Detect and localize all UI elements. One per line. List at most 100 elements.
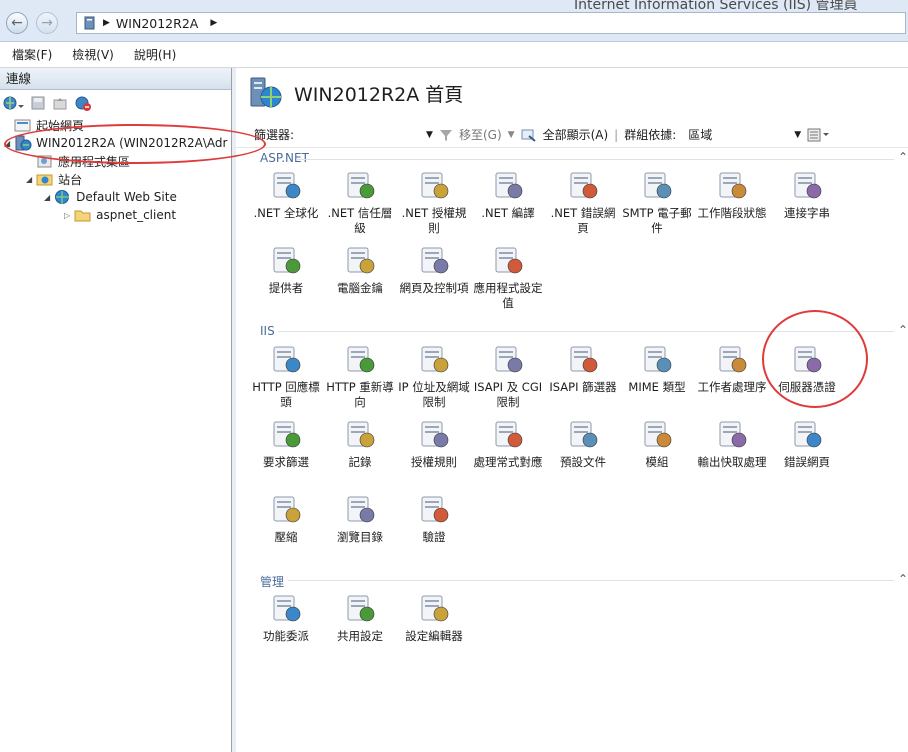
feature-icon xyxy=(273,172,301,199)
globe-icon xyxy=(55,190,70,204)
feature-item[interactable]: MIME 類型 xyxy=(620,342,694,395)
feature-item[interactable]: .NET 編譯 xyxy=(471,168,545,221)
collapse-caret-icon[interactable]: ⌃ xyxy=(898,572,908,586)
feature-label: 驗證 xyxy=(422,530,446,544)
collapse-caret-icon[interactable]: ⌃ xyxy=(898,323,908,337)
tree-item-aspnet-client[interactable]: ▷ aspnet_client xyxy=(64,206,176,224)
filter-input[interactable] xyxy=(300,126,420,144)
expand-arrow-icon[interactable]: ◢ xyxy=(26,175,32,184)
feature-item[interactable]: 記錄 xyxy=(323,417,397,470)
feature-item[interactable]: 驗證 xyxy=(397,492,471,545)
feature-label: 功能委派 xyxy=(263,629,309,643)
tree-item-sites[interactable]: ◢ 站台 xyxy=(26,170,82,188)
save-icon[interactable] xyxy=(30,95,46,111)
show-all-button[interactable]: 全部顯示(A) xyxy=(543,126,609,143)
feature-item[interactable]: 處理常式對應 xyxy=(471,417,545,470)
connect-globe-icon[interactable] xyxy=(2,95,24,111)
connections-pane: 連線 起始網頁 ◢ WIN2012R2A (WIN2012R2A\Adr 應用程… xyxy=(0,68,232,752)
feature-item[interactable]: 連接字串 xyxy=(770,168,844,221)
menu-help[interactable]: 說明(H) xyxy=(134,46,176,63)
folder-icon xyxy=(74,210,91,222)
feature-label: 伺服器憑證 xyxy=(778,380,836,394)
tree-item-server[interactable]: ◢ WIN2012R2A (WIN2012R2A\Adr xyxy=(4,134,227,152)
group-header-aspnet[interactable]: ASP.NET xyxy=(260,151,309,165)
group-header-iis[interactable]: IIS xyxy=(260,324,275,338)
feature-item[interactable]: 伺服器憑證 xyxy=(770,342,844,395)
feature-item[interactable]: ISAPI 及 CGI 限制 xyxy=(471,342,545,410)
tree-item-start-page[interactable]: 起始網頁 xyxy=(14,116,84,134)
chevron-down-icon[interactable]: ▼ xyxy=(426,130,433,140)
feature-item[interactable]: 電腦金鑰 xyxy=(323,243,397,296)
feature-icon xyxy=(495,172,523,199)
feature-item[interactable]: HTTP 回應標頭 xyxy=(249,342,323,410)
feature-item[interactable]: 工作階段狀態 xyxy=(695,168,769,221)
feature-item[interactable]: .NET 錯誤網頁 xyxy=(546,168,620,236)
tree-label: WIN2012R2A (WIN2012R2A\Adr xyxy=(36,136,228,150)
feature-item[interactable]: 共用設定 xyxy=(323,591,397,644)
address-bar[interactable]: ▶ WIN2012R2A ▶ xyxy=(76,12,906,34)
feature-item[interactable]: .NET 信任層級 xyxy=(323,168,397,236)
tree-item-default-web-site[interactable]: ◢ Default Web Site xyxy=(44,188,177,206)
feature-item[interactable]: 功能委派 xyxy=(249,591,323,644)
menu-bar: 檔案(F) 檢視(V) 說明(H) xyxy=(0,42,908,68)
feature-label: 要求篩選 xyxy=(263,455,309,469)
menu-view[interactable]: 檢視(V) xyxy=(72,46,114,63)
feature-item[interactable]: 要求篩選 xyxy=(249,417,323,470)
feature-item[interactable]: 錯誤網頁 xyxy=(770,417,844,470)
back-button[interactable]: ← xyxy=(6,12,28,34)
feature-item[interactable]: SMTP 電子郵件 xyxy=(620,168,694,236)
feature-item[interactable]: 壓縮 xyxy=(249,492,323,545)
feature-icon xyxy=(794,172,822,199)
feature-label: SMTP 電子郵件 xyxy=(622,206,692,235)
collapse-arrow-icon[interactable]: ▷ xyxy=(64,211,70,220)
feature-item[interactable]: 模組 xyxy=(620,417,694,470)
feature-icon xyxy=(273,346,301,373)
tree-item-app-pools[interactable]: 應用程式集區 xyxy=(36,152,130,170)
feature-label: 連接字串 xyxy=(784,206,830,220)
feature-item[interactable]: 輸出快取處理 xyxy=(695,417,769,470)
feature-item[interactable]: 提供者 xyxy=(249,243,323,296)
feature-icon xyxy=(719,346,747,373)
server-globe-icon xyxy=(250,77,282,108)
expand-arrow-icon[interactable]: ◢ xyxy=(4,139,10,148)
group-divider xyxy=(288,580,894,581)
chevron-down-icon[interactable]: ▼ xyxy=(794,130,801,140)
view-toggle-icon[interactable] xyxy=(807,128,830,142)
menu-file[interactable]: 檔案(F) xyxy=(12,46,52,63)
feature-item[interactable]: 授權規則 xyxy=(397,417,471,470)
collapse-caret-icon[interactable]: ⌃ xyxy=(898,150,908,164)
goto-button[interactable]: 移至(G) xyxy=(459,126,502,143)
feature-icon xyxy=(347,247,375,274)
expand-arrow-icon[interactable]: ◢ xyxy=(44,193,50,202)
feature-item[interactable]: 網頁及控制項 xyxy=(397,243,471,296)
tree-label: 站台 xyxy=(58,172,83,187)
feature-icon xyxy=(794,421,822,448)
feature-label: .NET 信任層級 xyxy=(327,206,393,235)
filter-bar: 篩選器: ▼ 移至(G) ▼ 全部顯示(A) | 群組依據: 區域 ▼ xyxy=(236,122,908,148)
feature-item[interactable]: HTTP 重新導向 xyxy=(323,342,397,410)
feature-label: 提供者 xyxy=(268,281,304,295)
feature-item[interactable]: 瀏覽目錄 xyxy=(323,492,397,545)
disconnect-icon[interactable] xyxy=(74,95,92,111)
chevron-down-icon[interactable]: ▼ xyxy=(508,130,515,140)
feature-item[interactable]: 應用程式設定值 xyxy=(471,243,545,311)
feature-item[interactable]: .NET 全球化 xyxy=(249,168,323,221)
filter-label: 篩選器: xyxy=(254,128,295,142)
feature-icon xyxy=(495,346,523,373)
feature-item[interactable]: IP 位址及網域限制 xyxy=(397,342,471,410)
feature-icon xyxy=(421,595,449,622)
feature-item[interactable]: .NET 授權規則 xyxy=(397,168,471,236)
up-level-icon[interactable] xyxy=(52,95,68,111)
feature-label: ISAPI 及 CGI 限制 xyxy=(473,380,543,409)
groupby-select[interactable]: 區域 xyxy=(688,126,788,143)
feature-item[interactable]: 預設文件 xyxy=(546,417,620,470)
feature-label: .NET 授權規則 xyxy=(401,206,467,235)
address-server[interactable]: WIN2012R2A xyxy=(116,16,198,31)
back-arrow-icon: ← xyxy=(11,15,23,31)
feature-item[interactable]: ISAPI 篩選器 xyxy=(546,342,620,395)
feature-item[interactable]: 工作者處理序 xyxy=(695,342,769,395)
feature-item[interactable]: 設定編輯器 xyxy=(397,591,471,644)
group-header-management[interactable]: 管理 xyxy=(260,573,284,590)
forward-button[interactable]: → xyxy=(36,12,58,34)
feature-icon xyxy=(347,172,375,199)
